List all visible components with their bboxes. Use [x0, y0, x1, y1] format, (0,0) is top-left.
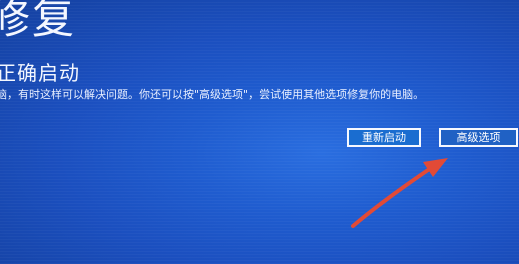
advanced-options-button[interactable]: 高级选项	[439, 128, 518, 147]
recovery-screen: 修复 正确启动 脑，有时这样可以解决问题。你还可以按"高级选项"，尝试使用其他选…	[0, 0, 519, 264]
page-title: 修复	[0, 0, 77, 43]
description-text: 脑，有时这样可以解决问题。你还可以按"高级选项"，尝试使用其他选项修复你的电脑。	[0, 88, 425, 101]
section-heading: 正确启动	[0, 61, 80, 85]
restart-button[interactable]: 重新启动	[347, 128, 421, 147]
